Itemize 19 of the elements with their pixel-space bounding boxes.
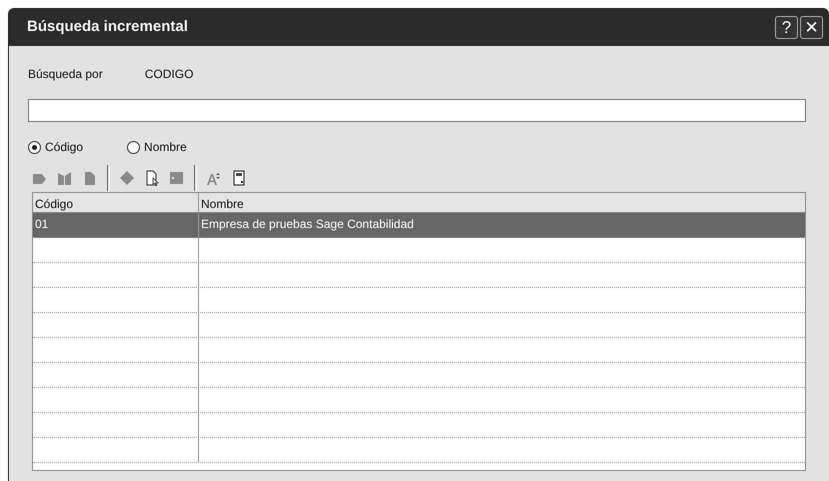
diamond-icon[interactable] xyxy=(119,170,135,186)
help-button[interactable]: ? xyxy=(775,16,798,39)
calculator-icon[interactable] xyxy=(231,170,247,186)
page-icon[interactable] xyxy=(82,170,98,186)
square-icon[interactable] xyxy=(169,170,185,186)
search-field[interactable] xyxy=(28,99,806,122)
radio-option[interactable]: Nombre xyxy=(127,138,187,156)
window-title: Búsqueda incremental xyxy=(27,17,189,38)
search-by-label: Búsqueda por xyxy=(28,66,103,83)
column-header[interactable]: Nombre xyxy=(199,193,805,212)
page-cursor-icon[interactable] xyxy=(144,170,160,186)
table-cell: 01 xyxy=(33,213,199,237)
table-cell-text: Empresa de pruebas Sage Contabilidad xyxy=(200,216,415,233)
close-button[interactable]: ✕ xyxy=(800,16,823,39)
table-row[interactable]: 01 Empresa de pruebas Sage Contabilidad xyxy=(33,213,805,238)
column-header[interactable]: Código xyxy=(33,193,199,212)
search-by-value: CODIGO xyxy=(144,66,194,83)
radio-option[interactable]: Código xyxy=(28,138,84,156)
font-size-icon[interactable] xyxy=(206,170,222,186)
